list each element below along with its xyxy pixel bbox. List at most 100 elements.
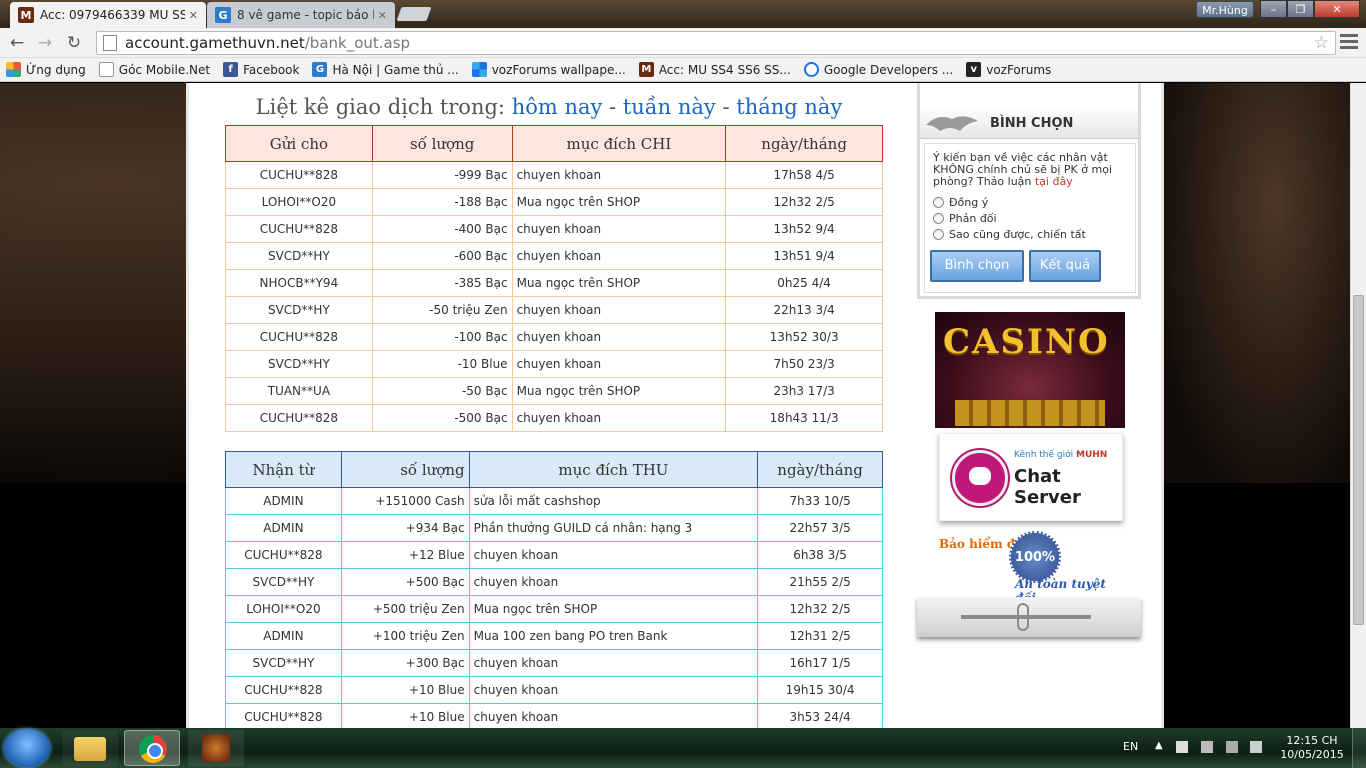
chat-server-banner[interactable]: Kênh thế giới MUHN Chat Server — [939, 433, 1123, 521]
account-link[interactable]: ADMIN — [225, 514, 342, 542]
table-row: ADMIN +151000 Cash sửa lỗi mất cashshop 7h3… — [225, 487, 883, 515]
close-tab-icon[interactable]: ✕ — [189, 9, 198, 22]
column-header: số lượng — [371, 125, 513, 162]
account-link[interactable]: CUCHU**828 — [225, 676, 342, 704]
purpose-cell: Mua 100 zen bang PO tren Bank — [468, 622, 759, 650]
account-link[interactable]: CUCHU**828 — [225, 541, 342, 569]
results-button[interactable]: Kết quả — [1029, 250, 1101, 282]
option-label: Phản đối — [949, 212, 997, 225]
usb-icon[interactable] — [1226, 741, 1238, 753]
scrollbar-thumb[interactable] — [1353, 295, 1364, 625]
forward-arrow-icon[interactable]: → — [34, 32, 56, 54]
reload-icon[interactable]: ↻ — [63, 32, 85, 54]
menu-icon[interactable] — [1340, 34, 1358, 50]
account-link[interactable]: TUAN**UA — [225, 377, 373, 405]
new-tab-button[interactable] — [396, 7, 432, 21]
account-link[interactable]: LOHOI**O20 — [225, 595, 342, 623]
table-row: SVCD**HY -10 Blue chuyen khoan 7h50 23/3 — [225, 350, 883, 378]
clock[interactable]: 12:15 CH 10/05/2015 — [1280, 734, 1344, 762]
back-arrow-icon[interactable]: ← — [6, 32, 28, 54]
amount-cell: +934 Bạc — [340, 514, 470, 542]
filter-month-link[interactable]: tháng này — [736, 95, 842, 119]
tab-account[interactable]: M Acc: 0979466339 MU SS4 ✕ — [10, 2, 206, 28]
volume-icon[interactable] — [1250, 741, 1262, 753]
account-link[interactable]: LOHOI**O20 — [225, 188, 373, 216]
table-row: SVCD**HY +300 Bạc chuyen khoan 16h17 1/5 — [225, 649, 883, 677]
account-link[interactable]: SVCD**HY — [225, 350, 373, 378]
account-link[interactable]: ADMIN — [225, 487, 342, 515]
amount-cell: +151000 Cash — [340, 487, 470, 515]
account-link[interactable]: SVCD**HY — [225, 568, 342, 596]
close-window-button[interactable]: ✕ — [1314, 0, 1360, 18]
maximize-button[interactable]: ❐ — [1287, 0, 1314, 18]
account-link[interactable]: CUCHU**828 — [225, 703, 342, 728]
table-row: CUCHU**828 -400 Bạc chuyen khoan 13h52 9/4 — [225, 215, 883, 243]
account-link[interactable]: CUCHU**828 — [225, 215, 373, 243]
bookmark-hanoi[interactable]: G Hà Nội | Game thủ ... — [312, 62, 459, 77]
poll-option-disagree[interactable]: Phản đối — [933, 212, 1127, 225]
account-link[interactable]: ADMIN — [225, 622, 342, 650]
bookmark-facebook[interactable]: f Facebook — [223, 62, 299, 77]
account-link[interactable]: SVCD**HY — [225, 649, 342, 677]
poll-option-agree[interactable]: Đồng ý — [933, 196, 1127, 209]
date-cell: 22h13 3/4 — [725, 296, 883, 324]
taskbar-chrome[interactable] — [124, 730, 180, 766]
radio-button[interactable] — [933, 213, 944, 224]
date-cell: 12h32 2/5 — [725, 188, 883, 216]
poll-discuss-link[interactable]: tại đây — [1035, 175, 1073, 188]
bookmark-gocmobile[interactable]: Góc Mobile.Net — [98, 62, 210, 77]
account-link[interactable]: CUCHU**828 — [225, 323, 373, 351]
bookmark-mu[interactable]: M Acc: MU SS4 SS6 SS... — [638, 62, 791, 77]
purpose-cell: chuyen khoan — [511, 242, 727, 270]
poll-option-any[interactable]: Sao cũng được, chiến tất — [933, 228, 1127, 241]
tray-expand-icon[interactable]: ▲ — [1155, 740, 1163, 751]
radio-button[interactable] — [933, 197, 944, 208]
account-link[interactable]: SVCD**HY — [225, 296, 373, 324]
start-button[interactable] — [4, 729, 50, 767]
account-link[interactable]: SVCD**HY — [225, 242, 373, 270]
bookmark-google-dev[interactable]: Google Developers ... — [803, 62, 953, 77]
account-link[interactable]: NHOCB**Y94 — [225, 269, 373, 297]
taskbar-mu-game[interactable] — [188, 730, 244, 766]
network-icon[interactable] — [1201, 741, 1213, 753]
purpose-cell: chuyen khoan — [468, 676, 759, 704]
outgoing-transactions-table: Gửi cho số lượng mục đích CHI ngày/tháng… — [225, 125, 883, 432]
tab-title: Acc: 0979466339 MU SS4 — [40, 8, 185, 22]
sword-hilt-icon — [1017, 603, 1029, 631]
language-indicator[interactable]: EN — [1123, 740, 1138, 753]
date-cell: 19h15 30/4 — [757, 676, 883, 704]
taskbar-explorer[interactable] — [62, 730, 118, 766]
address-bar[interactable]: account.gamethuvn.net/bank_out.asp ☆ — [96, 31, 1336, 55]
vote-button[interactable]: Bình chọn — [930, 250, 1024, 282]
vertical-scrollbar[interactable] — [1350, 83, 1366, 728]
action-center-icon[interactable] — [1176, 741, 1188, 753]
mu-icon: M — [638, 62, 654, 77]
account-link[interactable]: CUCHU**828 — [225, 161, 373, 189]
amount-cell: +300 Bạc — [340, 649, 470, 677]
close-tab-icon[interactable]: ✕ — [378, 9, 387, 22]
filter-today-link[interactable]: hôm nay — [512, 95, 603, 119]
minimize-button[interactable]: – — [1260, 0, 1287, 18]
amount-cell: -999 Bạc — [371, 161, 513, 189]
url-path: /bank_out.asp — [304, 34, 411, 52]
date-cell: 7h33 10/5 — [757, 487, 883, 515]
casino-banner[interactable]: CASINO — [935, 312, 1125, 428]
table-row: CUCHU**828 +10 Blue chuyen khoan 19h15 30/4 — [225, 676, 883, 704]
account-link[interactable]: CUCHU**828 — [225, 404, 373, 432]
purpose-cell: chuyen khoan — [511, 161, 727, 189]
show-desktop-button[interactable] — [1352, 728, 1366, 768]
bookmark-voz-wallpaper[interactable]: vozForums wallpape... — [471, 62, 626, 77]
table-row: NHOCB**Y94 -385 Bạc Mua ngọc trên SHOP 0h25… — [225, 269, 883, 297]
table-row: TUAN**UA -50 Bạc Mua ngọc trên SHOP 23h3 17… — [225, 377, 883, 405]
radio-button[interactable] — [933, 229, 944, 240]
table-row: CUCHU**828 +10 Blue chuyen khoan 3h53 24/4 — [225, 703, 883, 728]
profile-button[interactable]: Mr.Hùng — [1196, 1, 1254, 18]
bookmark-star-icon[interactable]: ☆ — [1314, 33, 1329, 53]
insurance-banner[interactable]: Bảo hiểm độ 100% An toàn tuyệt đối — [939, 529, 1129, 605]
table-row: LOHOI**O20 -188 Bạc Mua ngọc trên SHOP 12h3… — [225, 188, 883, 216]
bookmark-voz[interactable]: v vozForums — [966, 62, 1051, 77]
purpose-cell: sửa lỗi mất cashshop — [468, 487, 759, 515]
tab-forum[interactable]: G 8 vê game - topic báo lỗi ✕ — [207, 2, 395, 28]
filter-week-link[interactable]: tuần này — [623, 95, 716, 119]
bookmark-apps[interactable]: Ứng dụng — [6, 62, 86, 77]
